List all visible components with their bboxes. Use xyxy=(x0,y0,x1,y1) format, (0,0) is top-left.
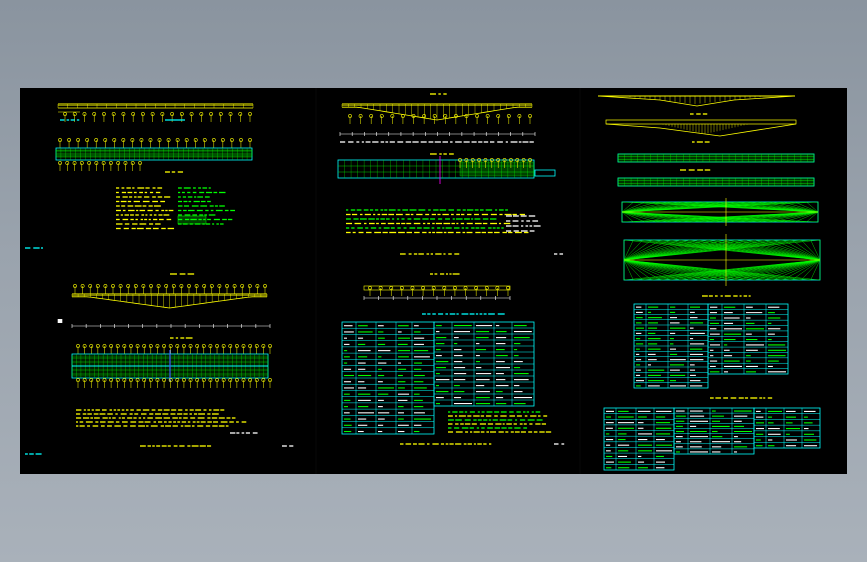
cad-drawing xyxy=(25,88,821,474)
s2-callout xyxy=(534,169,556,177)
cad-drawing-canvas[interactable] xyxy=(20,88,847,474)
s1-note-highlight xyxy=(177,215,207,225)
s3-table-e-border xyxy=(753,407,821,449)
s3-elev-b-soffit xyxy=(605,123,797,137)
s3-strip-a-fill xyxy=(617,153,815,163)
s1-plan-a-fill xyxy=(55,149,253,157)
s3-elev-a-soffit xyxy=(597,95,796,107)
s3-strip-b-fill xyxy=(617,177,815,187)
s2-plan-fill xyxy=(459,161,535,177)
s3-elev-b-deck xyxy=(605,119,797,125)
